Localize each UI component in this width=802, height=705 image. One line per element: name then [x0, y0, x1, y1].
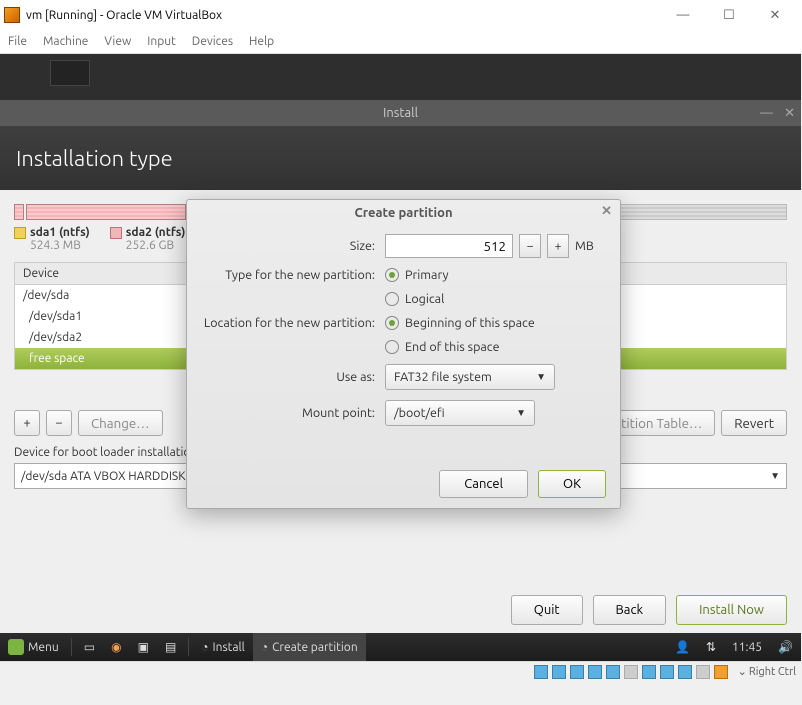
taskbar-item-create-partition[interactable]: ◔ Create partition [253, 633, 366, 661]
dialog-cancel-button[interactable]: Cancel [439, 470, 528, 498]
tray-network-icon[interactable]: ⇅ [698, 633, 724, 661]
taskbar: Menu ▭ ◉ ▣ ▤ ◔ Install ◔ Create partitio… [0, 633, 801, 661]
install-titlebar[interactable]: Install — ✕ [0, 100, 801, 126]
status-recording-icon[interactable] [660, 665, 674, 679]
install-footer: Quit Back Install Now [511, 595, 787, 625]
size-increment-button[interactable]: + [547, 234, 569, 258]
create-partition-dialog: Create partition ✕ Size: − + MB Type for… [186, 199, 621, 509]
status-cpu-icon[interactable] [678, 665, 692, 679]
tray-user-icon[interactable]: 👤 [667, 633, 698, 661]
guest-screen: Install — ✕ Installation type sda1 (ntfs… [0, 54, 801, 661]
vbox-statusbar: ⌄ Right Ctrl [0, 661, 802, 681]
use-as-label: Use as: [195, 370, 385, 384]
install-now-button[interactable]: Install Now [676, 595, 787, 625]
status-clipboard-icon[interactable] [714, 665, 728, 679]
close-button[interactable]: ✕ [752, 0, 798, 30]
status-optical-icon[interactable] [552, 665, 566, 679]
status-shared-folders-icon[interactable] [624, 665, 638, 679]
install-heading: Installation type [0, 126, 801, 190]
start-menu-button[interactable]: Menu [0, 633, 67, 661]
use-as-select[interactable]: FAT32 file system▼ [385, 364, 555, 390]
back-button[interactable]: Back [593, 595, 667, 625]
size-decrement-button[interactable]: − [519, 234, 541, 258]
vbox-app-icon [4, 7, 20, 23]
menu-view[interactable]: View [104, 35, 131, 48]
change-partition-button[interactable]: Change… [78, 410, 163, 436]
add-partition-button[interactable]: + [14, 410, 40, 436]
disk-seg-sda2 [26, 204, 186, 220]
menu-help[interactable]: Help [249, 35, 274, 48]
partition-location-label: Location for the new partition: [195, 316, 385, 330]
status-audio-icon[interactable] [570, 665, 584, 679]
install-close-icon[interactable]: ✕ [784, 106, 795, 121]
menu-devices[interactable]: Devices [192, 35, 233, 48]
dialog-titlebar[interactable]: Create partition ✕ [187, 200, 620, 226]
mint-logo-icon [8, 639, 24, 655]
host-key-indicator: ⌄ Right Ctrl [738, 665, 796, 678]
status-network-icon[interactable] [588, 665, 602, 679]
quit-button[interactable]: Quit [511, 595, 583, 625]
partition-type-label: Type for the new partition: [195, 268, 385, 282]
install-window-title: Install [383, 106, 418, 120]
vbox-titlebar: vm [Running] - Oracle VM VirtualBox — ☐ … [0, 0, 802, 30]
radio-primary[interactable] [385, 268, 399, 282]
size-input[interactable] [385, 234, 513, 258]
install-min-icon[interactable]: — [760, 106, 773, 120]
dialog-title: Create partition [354, 206, 452, 220]
status-hdd-icon[interactable] [534, 665, 548, 679]
chevron-down-icon: ▼ [536, 371, 546, 383]
chevron-down-icon: ▼ [516, 407, 526, 419]
status-usb-icon[interactable] [606, 665, 620, 679]
tray-volume-icon[interactable]: 🔊 [770, 633, 801, 661]
legend-sda1: sda1 (ntfs)524.3 MB [14, 226, 90, 252]
maximize-button[interactable]: ☐ [706, 0, 752, 30]
status-mouse-icon[interactable] [696, 665, 710, 679]
menu-input[interactable]: Input [147, 35, 176, 48]
radio-beginning[interactable] [385, 316, 399, 330]
desktop-monitor-icon [50, 60, 90, 86]
dialog-ok-button[interactable]: OK [538, 470, 606, 498]
vbox-window-title: vm [Running] - Oracle VM VirtualBox [26, 9, 660, 22]
files-icon[interactable]: ▤ [157, 633, 184, 661]
minimize-button[interactable]: — [660, 0, 706, 30]
disk-seg-sda1 [14, 204, 24, 220]
size-label: Size: [195, 239, 385, 253]
firefox-icon[interactable]: ◉ [103, 633, 129, 661]
revert-button[interactable]: Revert [721, 410, 787, 436]
legend-sda2: sda2 (ntfs)252.6 GB [110, 226, 186, 252]
dialog-close-icon[interactable]: ✕ [601, 204, 612, 219]
remove-partition-button[interactable]: − [46, 410, 72, 436]
mount-point-combo[interactable]: /boot/efi▼ [385, 400, 535, 426]
menu-machine[interactable]: Machine [43, 35, 88, 48]
radio-end[interactable] [385, 340, 399, 354]
taskbar-clock[interactable]: 11:45 [724, 641, 770, 654]
radio-logical[interactable] [385, 292, 399, 306]
menu-file[interactable]: File [8, 35, 27, 48]
size-unit: MB [575, 239, 594, 253]
chevron-down-icon: ▼ [770, 470, 780, 482]
status-display-icon[interactable] [642, 665, 656, 679]
mount-point-label: Mount point: [195, 406, 385, 420]
show-desktop-icon[interactable]: ▭ [76, 633, 103, 661]
taskbar-item-install[interactable]: ◔ Install [193, 633, 253, 661]
terminal-icon[interactable]: ▣ [130, 633, 157, 661]
vbox-menubar: File Machine View Input Devices Help [0, 30, 802, 54]
